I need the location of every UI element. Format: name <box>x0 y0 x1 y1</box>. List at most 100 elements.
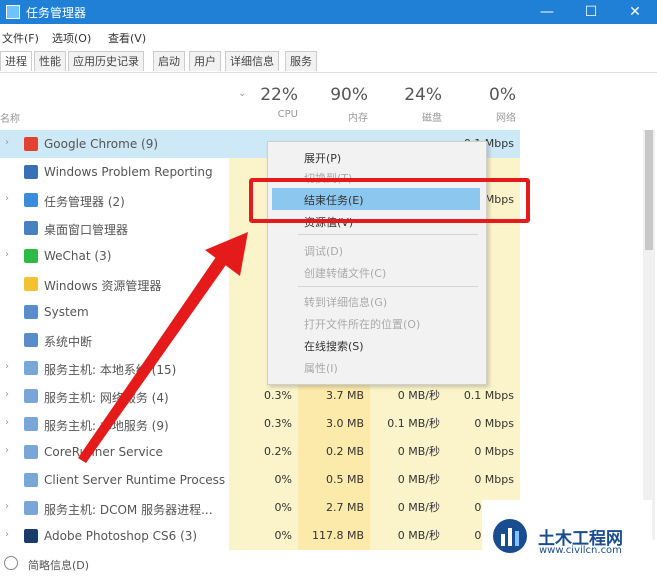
cell-mem: 3.0 MB <box>298 410 370 438</box>
collapse-chevron-icon[interactable] <box>4 556 18 570</box>
expand-chevron-icon[interactable]: › <box>5 445 9 456</box>
expand-chevron-icon[interactable]: › <box>5 249 9 260</box>
cell-disk: 0 MB/秒 <box>370 522 446 550</box>
wechat-icon <box>24 249 38 263</box>
fewer-details-link[interactable]: 简略信息(D) <box>28 557 89 573</box>
taskmgr-icon <box>24 193 38 207</box>
column-cpu[interactable]: 22% CPU <box>228 85 298 120</box>
process-name: Adobe Photoshop CS6 (3) <box>44 529 198 543</box>
cell-mem: 117.8 MB <box>298 522 370 550</box>
cell-net: 0 Mbps <box>446 410 520 438</box>
taskmgr-app-icon <box>6 5 20 19</box>
cell-mem: 2.7 MB <box>298 494 370 522</box>
tab-app-history[interactable]: 应用历史记录 <box>68 51 144 71</box>
cell-cpu: 0.3% <box>229 382 298 410</box>
vertical-scrollbar[interactable] <box>643 130 655 540</box>
system-icon <box>24 305 38 319</box>
tab-services[interactable]: 服务 <box>285 51 317 71</box>
footer: 简略信息(D) <box>0 548 480 578</box>
expand-chevron-icon[interactable]: › <box>5 501 9 512</box>
cell-cpu: 0% <box>229 522 298 550</box>
menu-file[interactable]: 文件(F) <box>2 30 39 46</box>
table-row[interactable]: › Adobe Photoshop CS6 (3) 0% 117.8 MB 0 MB/秒… <box>0 522 520 550</box>
window-title: 任务管理器 <box>26 6 87 20</box>
network-label: 网络 <box>496 113 516 124</box>
table-row[interactable]: ›服务主机: DCOM 服务器进程...0%2.7 MB0 MB/秒0 Mbps <box>0 494 520 522</box>
menu-separator <box>298 234 478 235</box>
process-name: Windows 资源管理器 <box>44 279 162 293</box>
cpu-label: CPU <box>277 109 298 120</box>
gear-icon <box>24 417 38 431</box>
process-name: Windows Problem Reporting <box>44 165 213 179</box>
minimize-button[interactable]: — <box>525 0 569 24</box>
menu-view[interactable]: 查看(V) <box>108 30 146 46</box>
tab-processes[interactable]: 进程 <box>0 51 32 71</box>
menu-item-debug[interactable]: 调试(D) <box>304 243 343 259</box>
table-row[interactable]: Client Server Runtime Process 0% 0.5 MB 0 M… <box>0 466 520 494</box>
network-percent: 0% <box>489 85 516 105</box>
table-row[interactable]: › 服务主机: 本地服务 (9) 0.3% 3.0 MB 0.1 MB/秒 0 Mbps <box>0 410 520 438</box>
column-network[interactable]: 0% 网络 <box>446 85 516 124</box>
menu-item-open-file-location[interactable]: 打开文件所在的位置(O) <box>304 316 420 332</box>
watermark: 土木工程网 www.civilcn.com <box>482 500 652 570</box>
expand-chevron-icon[interactable]: › <box>5 529 9 540</box>
menu-item-go-to-details[interactable]: 转到详细信息(G) <box>304 294 387 310</box>
process-name: 服务主机: 网络服务 (4) <box>44 391 169 405</box>
menu-item-expand[interactable]: 展开(P) <box>304 150 341 166</box>
menu-options[interactable]: 选项(O) <box>52 30 91 46</box>
expand-chevron-icon[interactable]: › <box>5 389 9 400</box>
expand-chevron-icon[interactable]: › <box>5 137 9 148</box>
tab-users[interactable]: 用户 <box>189 51 221 71</box>
cell-disk: 0 MB/秒 <box>370 382 446 410</box>
table-row[interactable]: › CoreRunner Service 0.2% 0.2 MB 0 MB/秒 0 Mbp… <box>0 438 520 466</box>
menu-separator <box>298 286 478 287</box>
column-disk[interactable]: 24% 磁盘 <box>372 85 442 124</box>
tab-details[interactable]: 详细信息 <box>225 51 279 71</box>
gear-icon <box>24 501 38 515</box>
cell-disk: 0 MB/秒 <box>370 438 446 466</box>
menu-item-create-dump[interactable]: 创建转储文件(C) <box>304 265 386 281</box>
memory-label: 内存 <box>348 113 368 124</box>
photoshop-icon <box>24 529 38 543</box>
tab-performance[interactable]: 性能 <box>34 51 66 71</box>
process-name: CoreRunner Service <box>44 445 163 459</box>
column-name[interactable]: 名称 <box>0 110 20 125</box>
cell-disk: 0 MB/秒 <box>370 494 446 522</box>
expand-chevron-icon[interactable]: › <box>5 361 9 372</box>
dwm-icon <box>24 221 38 235</box>
cell-cpu: 0% <box>229 494 298 522</box>
expand-chevron-icon[interactable]: › <box>5 417 9 428</box>
interrupt-icon <box>24 333 38 347</box>
menu-item-search-online[interactable]: 在线搜索(S) <box>304 338 364 354</box>
report-icon <box>24 165 38 179</box>
cell-disk: 0 MB/秒 <box>370 466 446 494</box>
watermark-url: www.civilcn.com <box>539 545 622 556</box>
chrome-icon <box>24 137 38 151</box>
scroll-thumb[interactable] <box>645 130 653 250</box>
cell-disk: 0.1 MB/秒 <box>370 410 446 438</box>
cell-net: 0 Mbps <box>446 466 520 494</box>
process-name: Client Server Runtime Process <box>44 473 226 487</box>
column-memory[interactable]: 90% 内存 <box>298 85 368 124</box>
cpu-percent: 22% <box>260 85 298 105</box>
cell-net: 0 Mbps <box>446 438 520 466</box>
process-name: 任务管理器 (2) <box>44 195 125 209</box>
disk-label: 磁盘 <box>422 113 442 124</box>
csrss-icon <box>24 473 38 487</box>
close-button[interactable]: ✕ <box>613 0 657 24</box>
cell-mem: 3.7 MB <box>298 382 370 410</box>
memory-percent: 90% <box>330 85 368 105</box>
gear-icon <box>24 361 38 375</box>
cell-mem: 0.2 MB <box>298 438 370 466</box>
highlight-box <box>249 178 530 223</box>
table-row[interactable]: › 服务主机: 网络服务 (4) 0.3% 3.7 MB 0 MB/秒 0.1 Mbps <box>0 382 520 410</box>
process-name: 服务主机: 本地服务 (9) <box>44 419 169 433</box>
process-name: 系统中断 <box>44 335 93 349</box>
process-name: 服务主机: 本地系统 (15) <box>44 363 177 377</box>
tab-strip: 进程 性能 应用历史记录 启动 用户 详细信息 服务 <box>0 50 657 73</box>
menu-item-properties[interactable]: 属性(I) <box>304 360 338 376</box>
maximize-button[interactable]: ☐ <box>569 0 613 24</box>
process-name: 服务主机: DCOM 服务器进程... <box>44 503 213 517</box>
expand-chevron-icon[interactable]: › <box>5 193 9 204</box>
tab-startup[interactable]: 启动 <box>153 51 185 71</box>
